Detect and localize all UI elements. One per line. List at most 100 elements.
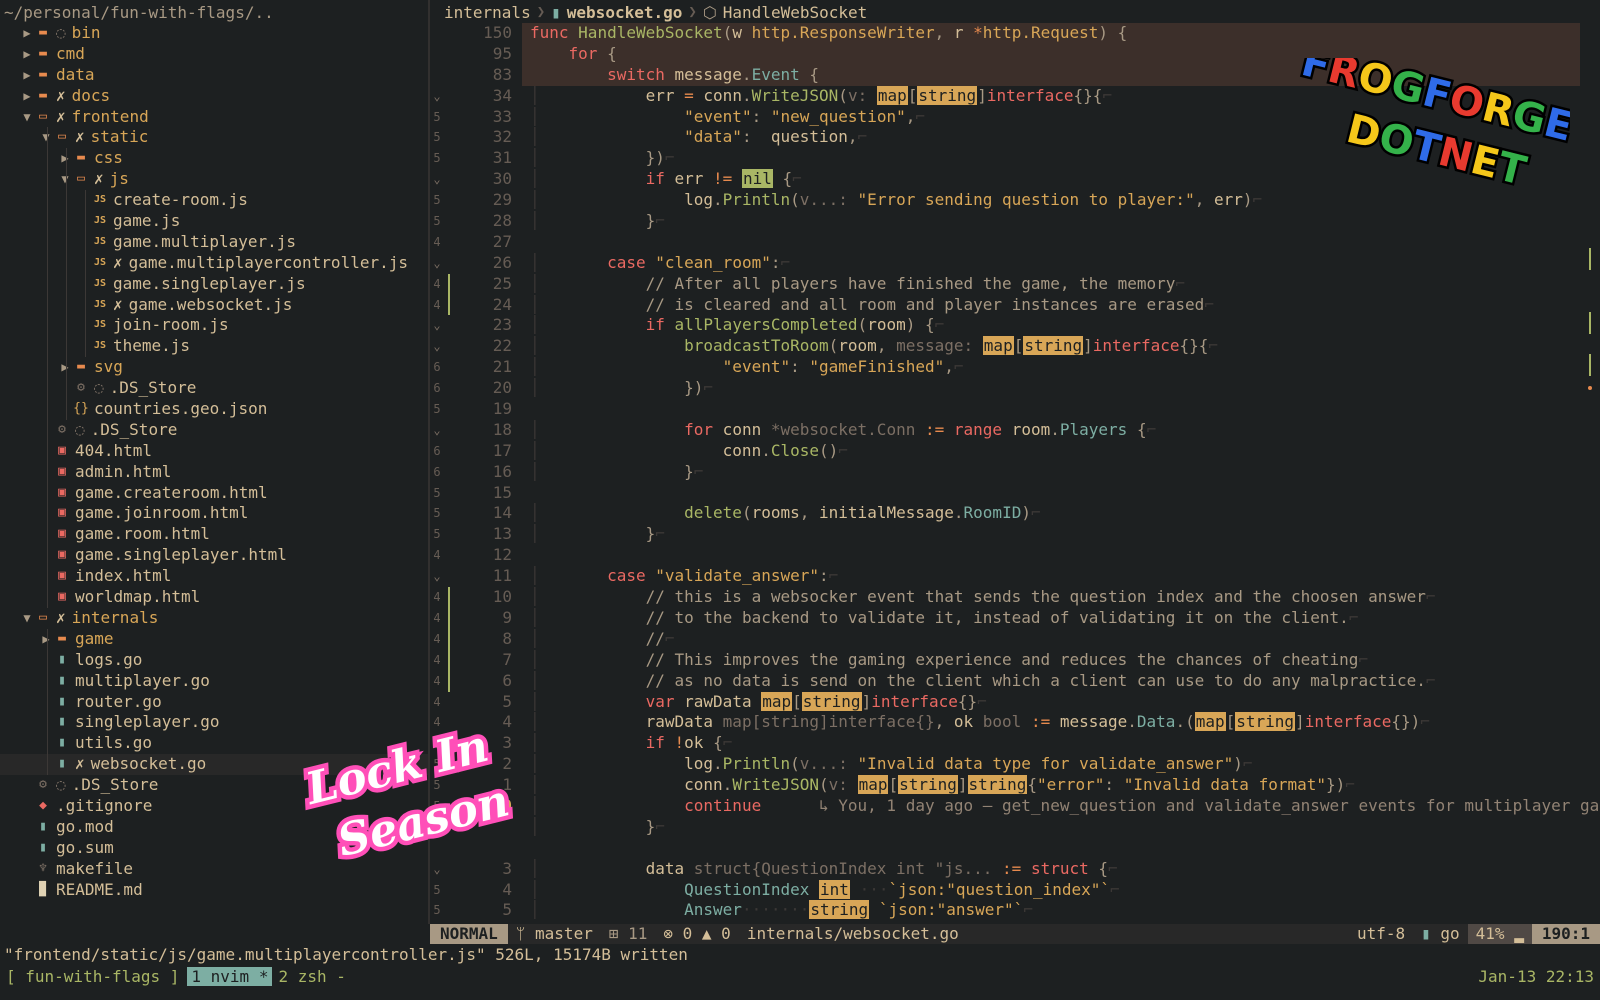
chevron-down-icon[interactable]: ▼ [58, 169, 72, 190]
tree-item-label: game.websocket.js [128, 294, 293, 314]
fold-chevron-icon[interactable]: ⌄ [430, 420, 444, 441]
chevron-right-icon[interactable]: ▶ [20, 65, 34, 86]
tree-file[interactable]: {} countries.geo.json [0, 399, 428, 420]
code-line[interactable]: 4 7 │ // This improves the gaming experien… [430, 649, 1600, 671]
code-line[interactable]: ⌄ 23 │ if allPlayersCompleted(room) {⌐ [430, 315, 1600, 336]
code-line[interactable]: 4 6 │ // as no data is send on the client … [430, 670, 1600, 692]
code-line[interactable]: ⌄ 18 │ for conn *websocket.Conn := range r… [430, 420, 1600, 441]
fold-chevron-icon[interactable]: ⌄ [430, 169, 444, 190]
tree-file[interactable]: ▣ worldmap.html [0, 587, 428, 608]
chevron-down-icon[interactable]: ▼ [20, 608, 34, 629]
fold-chevron-icon[interactable]: ⌄ [430, 566, 444, 587]
tree-folder[interactable]: ▶ ▬ css [0, 148, 428, 170]
fold-chevron-icon[interactable]: ⌄ [430, 253, 444, 274]
code-line[interactable]: ⌄ 26 │ case "clean_room":⌐ [430, 253, 1600, 274]
code-line[interactable]: ⌄ 22 │ broadcastToRoom(room, message: map[… [430, 336, 1600, 357]
fold-chevron-icon[interactable]: ⌄ [430, 86, 444, 107]
code-line[interactable]: 5 2 │ log.Println(v...: "Invalid data type… [430, 754, 1600, 775]
chevron-right-icon[interactable]: ▶ [58, 148, 72, 169]
code-line[interactable]: 6 21 │ "event": "gameFinished",⌐ [430, 357, 1600, 378]
tree-file[interactable]: ▣ game.joinroom.html [0, 503, 428, 525]
tree-file[interactable]: JS game.singleplayer.js [0, 273, 428, 295]
code-line[interactable]: 5 15 [430, 483, 1600, 504]
tree-file[interactable]: ▣ game.createroom.html [0, 482, 428, 504]
code-line[interactable]: 5 190 │ continue ↳ You, 1 day ago – get_ne… [430, 796, 1600, 817]
tree-file[interactable]: JS game.js [0, 211, 428, 232]
code-line[interactable]: 5 1 │ conn.WriteJSON(v: map[string]string{… [430, 775, 1600, 796]
chevron-right-icon[interactable]: ▶ [58, 357, 72, 378]
fold-chevron-icon[interactable]: ⌄ [430, 336, 444, 357]
tree-file[interactable]: ▉ README.md [0, 880, 428, 901]
code-line[interactable]: 4 5 │ var rawData map[string]interface{}⌐ [430, 691, 1600, 713]
chevron-right-icon[interactable]: ▶ [20, 44, 34, 65]
line-number: 29 [492, 190, 512, 210]
breadcrumb-file[interactable]: websocket.go [567, 2, 683, 23]
chevron-right-icon[interactable]: ▶ [20, 86, 34, 107]
code-line[interactable]: 5 19 [430, 399, 1600, 420]
tree-file[interactable]: ▣ index.html [0, 566, 428, 588]
tree-file[interactable]: ⚙ ◌ .DS_Store [0, 378, 428, 400]
tree-file[interactable]: JS join-room.js [0, 315, 428, 337]
tree-file[interactable]: ▣ 404.html [0, 440, 428, 462]
fold-chevron-icon[interactable]: ⌄ [430, 315, 444, 336]
tree-folder[interactable]: ▼ ▭ ✗ static [0, 127, 428, 149]
tree-folder[interactable]: ▶ ▬ data [0, 65, 428, 86]
code-line[interactable]: 5 13 │ }⌐ [430, 524, 1600, 545]
code-line[interactable]: 150 func HandleWebSocket(w http.ResponseW… [430, 23, 1600, 44]
code-line[interactable]: ⌄ 11 │ case "validate_answer":⌐ [430, 566, 1600, 587]
code-line[interactable]: 4 27 [430, 232, 1600, 253]
chevron-down-icon[interactable]: ▼ [39, 127, 53, 148]
tree-folder[interactable]: ▼ ▭ ✗ frontend [0, 107, 428, 128]
tree-file[interactable]: ▣ game.singleplayer.html [0, 545, 428, 567]
tree-file[interactable]: ⚙ ◌ .DS_Store [0, 419, 428, 441]
tree-file[interactable]: ▮ logs.go [0, 649, 428, 671]
code-line[interactable]: 4 10 │ // this is a websocker event that s… [430, 587, 1600, 608]
code-line[interactable]: ⌄ 3 │ data struct{QuestionIndex int "js...… [430, 859, 1600, 880]
tree-folder[interactable]: ▶ ▬ cmd [0, 44, 428, 65]
breadcrumb-symbol[interactable]: HandleWebSocket [723, 2, 868, 23]
code-line[interactable]: 6 16 │ }⌐ [430, 462, 1600, 483]
tree-file[interactable]: JS ✗ game.websocket.js [0, 294, 428, 316]
code-line[interactable]: 5 14 │ delete(rooms, initialMessage.RoomID… [430, 503, 1600, 524]
tree-item-label: game.room.html [75, 524, 210, 544]
fold-level: 4 [433, 276, 441, 291]
code-line[interactable]: 4 25 │ // After all players have finished … [430, 273, 1600, 295]
code-line[interactable]: 4 24 │ // is cleared and all room and play… [430, 294, 1600, 316]
tree-file[interactable]: JS game.multiplayer.js [0, 231, 428, 253]
tree-file[interactable]: ▣ game.room.html [0, 524, 428, 546]
code-line[interactable]: 4 4 │ rawData map[string]interface{}, ok b… [430, 712, 1600, 733]
code-line[interactable]: 5 28 │ }⌐ [430, 211, 1600, 232]
tree-folder[interactable]: ▼ ▭ ✗ internals [0, 608, 428, 629]
tree-file[interactable]: JS create-room.js [0, 190, 428, 212]
chevron-right-icon[interactable]: ▶ [39, 629, 53, 650]
tree-folder[interactable]: ▶ ▬ ✗ docs [0, 86, 428, 107]
indent-guide [47, 503, 48, 525]
tree-folder[interactable]: ▶ ▬ svg [0, 357, 428, 379]
tree-file[interactable]: JS theme.js [0, 336, 428, 358]
tree-item-label: go.mod [56, 816, 114, 836]
chevron-down-icon[interactable]: ▼ [20, 107, 34, 128]
tree-file[interactable]: JS ✗ game.multiplayercontroller.js [0, 252, 428, 274]
code-line[interactable]: ⌄ 3 │ if !ok {⌐ [430, 733, 1600, 754]
code-text: │ log.Println(v...: "Invalid data type f… [530, 754, 1253, 774]
tmux-window-active[interactable]: 1 nvim * [187, 967, 273, 986]
scrollbar-thumb-dot[interactable] [1588, 386, 1592, 390]
tree-folder[interactable]: ▶ ▬ game [0, 628, 428, 650]
code-line[interactable] [430, 838, 1600, 859]
code-line[interactable]: │ }⌐ [430, 817, 1600, 838]
code-line[interactable]: 6 17 │ conn.Close()⌐ [430, 441, 1600, 462]
code-line[interactable]: 4 9 │ // to the backend to validate it, in… [430, 607, 1600, 629]
code-line[interactable]: 4 12 [430, 545, 1600, 566]
breadcrumb-dir[interactable]: internals [444, 2, 531, 23]
code-line[interactable]: 5 4 │ QuestionIndex int ···`json:"question… [430, 879, 1600, 901]
tree-folder[interactable]: ▼ ▭ ✗ js [0, 169, 428, 191]
code-line[interactable]: 5 5 │ Answer·······string `json:"answer"`⌐ [430, 900, 1600, 921]
code-line[interactable]: 6 20 │ })⌐ [430, 378, 1600, 399]
tree-file[interactable]: ▣ admin.html [0, 461, 428, 483]
chevron-right-icon[interactable]: ▶ [20, 23, 34, 44]
tmux-window[interactable]: 2 zsh - [272, 967, 351, 986]
tmux-session[interactable]: [ fun-with-flags ] [0, 967, 179, 986]
tree-folder[interactable]: ▶ ▬ ◌ bin [0, 23, 428, 44]
code-line[interactable]: 4 8 │ //⌐ [430, 628, 1600, 650]
tree-file[interactable]: ▮ multiplayer.go [0, 670, 428, 692]
